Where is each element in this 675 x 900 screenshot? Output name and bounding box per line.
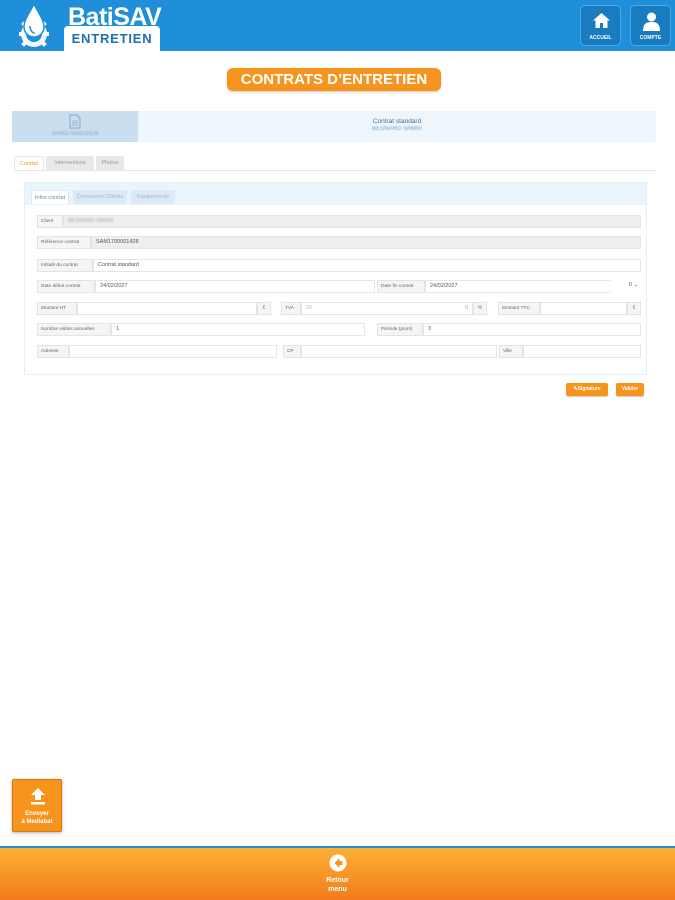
montant-ht-label: Montant HT (37, 302, 77, 315)
ville-label: Ville (499, 345, 523, 358)
accueil-label: ACCUEIL (589, 35, 612, 41)
app-header: BatiSAV ENTRETIEN ACCUEIL COMPTE (0, 0, 675, 51)
contract-reference: SAM1700001428 (51, 131, 99, 137)
subtab-infos-contrat[interactable]: Infos contrat (31, 190, 69, 204)
footer-label-line1: Retour (326, 877, 349, 884)
client-field: BESNARD SAMIR (63, 215, 641, 228)
tva-right-value: 0 (464, 305, 468, 311)
valider-button[interactable]: Valider (616, 383, 644, 396)
montant-ttc-label: Montant TTC (498, 302, 540, 315)
signature-button[interactable]: ✎Signature (566, 383, 608, 396)
tab-photos[interactable]: Photos (96, 156, 124, 171)
logo-icon (19, 2, 49, 47)
date-debut-input[interactable]: 24/02/2027 (95, 280, 375, 293)
upload-label-line1: Envoyer (25, 811, 49, 817)
contract-client: BESNARD SAMIR (372, 126, 422, 132)
document-icon (69, 114, 81, 129)
tva-input[interactable]: 20 0 (301, 302, 473, 315)
tva-value: 20 (306, 305, 313, 311)
montant-ht-input[interactable] (77, 302, 257, 315)
date-fin-input[interactable]: 24/02/2027 (425, 280, 621, 293)
adresse-label: Adresse (37, 345, 69, 358)
montant-ttc-input[interactable] (540, 302, 627, 315)
tabs-divider (14, 170, 656, 171)
contract-form-panel: Infos contrat Documents Clients Equipeme… (24, 182, 647, 375)
subtab-documents-clients[interactable]: Documents Clients (73, 190, 127, 204)
subtabs-bar: Infos contrat Documents Clients Equipeme… (25, 183, 646, 205)
app-subtitle: ENTRETIEN (64, 26, 160, 51)
intitule-input[interactable]: Contrat standard (93, 259, 641, 272)
ville-input[interactable] (523, 345, 641, 358)
cp-label: CP (283, 345, 301, 358)
tab-contrat[interactable]: Contrat (14, 156, 44, 171)
cp-input[interactable] (301, 345, 497, 358)
footer-label-line2: menu (328, 886, 347, 893)
contract-reference-block: SAM1700001428 (12, 111, 138, 142)
upload-icon (31, 788, 45, 805)
user-icon (643, 12, 660, 31)
tva-label: TVA (281, 302, 301, 315)
tva-unit: % (473, 302, 487, 315)
compte-button[interactable]: COMPTE (630, 5, 671, 46)
client-label: Client (37, 215, 63, 228)
retour-menu-button[interactable]: Retour menu (0, 846, 675, 900)
visites-input[interactable]: 1 (111, 323, 365, 336)
contract-title: Contrat standard (372, 118, 422, 125)
tab-interventions[interactable]: Interventions (46, 156, 94, 171)
accueil-button[interactable]: ACCUEIL (580, 5, 621, 46)
periode-input[interactable]: 3 (423, 323, 641, 336)
date-fin-label: Date fin contrat (377, 280, 425, 293)
contract-info-bar: SAM1700001428 Contrat standard BESNARD S… (12, 111, 656, 142)
upload-label-line2: à Mediabat (21, 819, 53, 825)
montant-ttc-unit: € (627, 302, 641, 315)
home-icon (593, 13, 610, 28)
reference-field: SAM1700001428 (91, 236, 641, 249)
page-title: CONTRATS D’ENTRETIEN (227, 68, 441, 91)
visites-label: Nombre visites annuelles (37, 323, 111, 336)
subtab-equipements[interactable]: Equipements (131, 190, 175, 204)
date-fin-picker[interactable]: 0 ⌄ (611, 280, 641, 293)
intitule-label: Intitulé du contrat (37, 259, 93, 272)
periode-label: Période (jours) (377, 323, 423, 336)
envoyer-mediabat-button[interactable]: Envoyer à Mediabat (12, 779, 62, 832)
montant-ht-unit: € (257, 302, 271, 315)
back-arrow-icon (329, 854, 347, 872)
reference-label: Référence contrat (37, 236, 91, 249)
client-value: BESNARD SAMIR (68, 218, 114, 224)
compte-label: COMPTE (639, 35, 662, 41)
adresse-input[interactable] (69, 345, 277, 358)
date-debut-label: Date début contrat (37, 280, 95, 293)
